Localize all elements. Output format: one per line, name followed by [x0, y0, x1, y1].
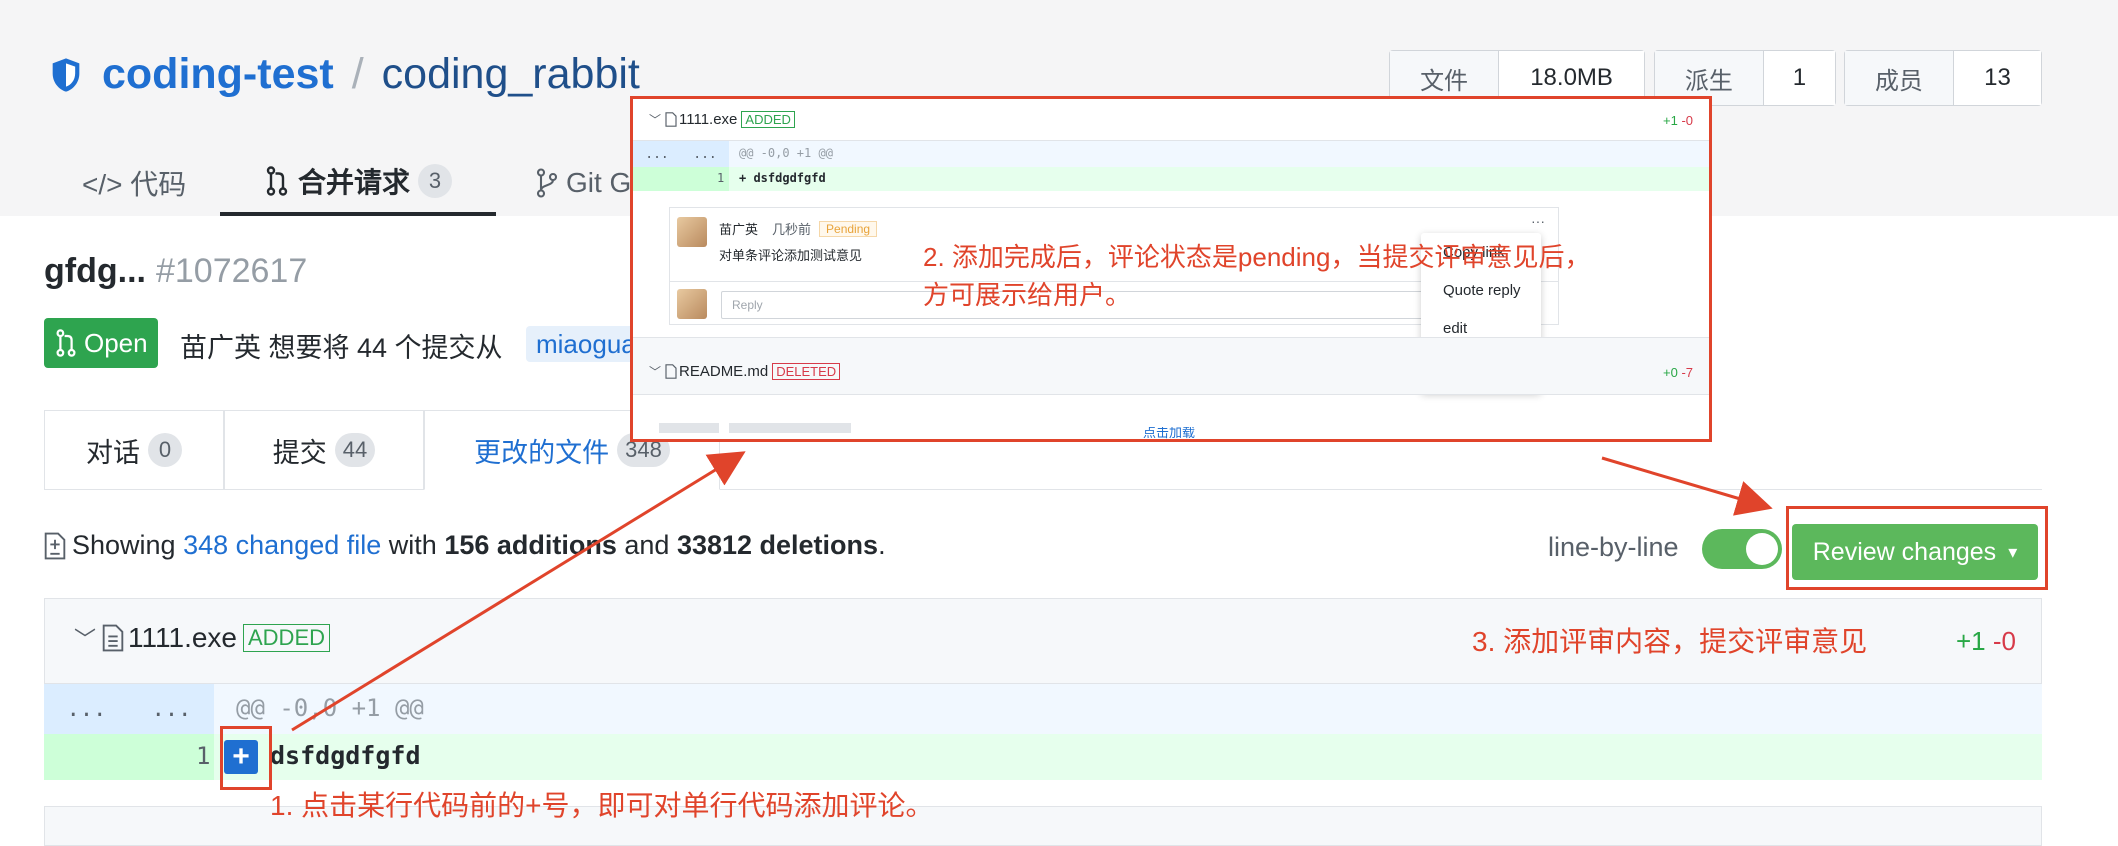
popup-additions: +1 — [1662, 113, 1678, 128]
comment-text: 对单条评论添加测试意见 — [719, 248, 863, 263]
file-icon — [665, 364, 677, 379]
arrow-step1-to-popup — [291, 451, 746, 732]
popup-line-number: 1 — [717, 171, 725, 185]
popup-file2-title[interactable]: ﹀ README.md DELETED — [649, 363, 841, 380]
avatar — [677, 217, 707, 247]
popup-placeholder-bar — [659, 423, 719, 433]
annotation-step2-line1: 2. 添加完成后，评论状态是pending，当提交评审意见后， — [923, 242, 1591, 272]
popup-hunk-text: @@ -0,0 +1 @@ — [739, 146, 833, 160]
popup-hunk-left: ... — [645, 146, 669, 162]
comment-more-button[interactable]: ··· — [1531, 213, 1545, 229]
arrow-popup-to-review — [1601, 456, 1773, 516]
comment-status-badge: Pending — [819, 220, 878, 237]
popup-code-line: + dsfdgdfgfd — [739, 171, 826, 185]
comment-preview-popup: ﹀ 1111.exe ADDED +1 -0 ... ... @@ -0,0 +… — [630, 96, 1712, 442]
file-icon — [665, 112, 677, 127]
popup-load-more-link[interactable]: 点击加载 — [1143, 427, 1195, 439]
popup-file2-badge: DELETED — [772, 363, 841, 380]
popup-file-badge: ADDED — [741, 111, 795, 128]
menu-quote-reply[interactable]: Quote reply — [1421, 271, 1541, 309]
popup-deletions: -0 — [1681, 113, 1693, 128]
reply-placeholder: Reply — [732, 298, 763, 312]
popup-file2-deletions: -7 — [1681, 365, 1693, 380]
annotation-step2-line2: 方可展示给用户。 — [923, 280, 1132, 310]
chevron-down-icon: ﹀ — [649, 113, 662, 127]
popup-file2-additions: +0 — [1662, 365, 1678, 380]
popup-file-name: 1111.exe — [679, 111, 738, 128]
popup-hunk-right: ... — [693, 146, 717, 162]
popup-file-title[interactable]: ﹀ 1111.exe ADDED — [649, 111, 795, 128]
chevron-down-icon: ﹀ — [649, 365, 662, 379]
comment-meta: 苗广英 几秒前 Pending — [719, 219, 878, 238]
popup-placeholder-bar — [729, 423, 851, 433]
comment-time: 几秒前 — [772, 222, 812, 237]
comment-author: 苗广英 — [719, 222, 759, 237]
popup-file2-name: README.md — [679, 363, 769, 380]
popup-hunk-gutter: ... ... — [633, 141, 729, 167]
avatar — [677, 289, 707, 319]
popup-file-stat: +1 -0 — [1663, 113, 1693, 128]
popup-added-gutter — [633, 167, 729, 191]
popup-file2-stat: +0 -7 — [1663, 365, 1693, 380]
